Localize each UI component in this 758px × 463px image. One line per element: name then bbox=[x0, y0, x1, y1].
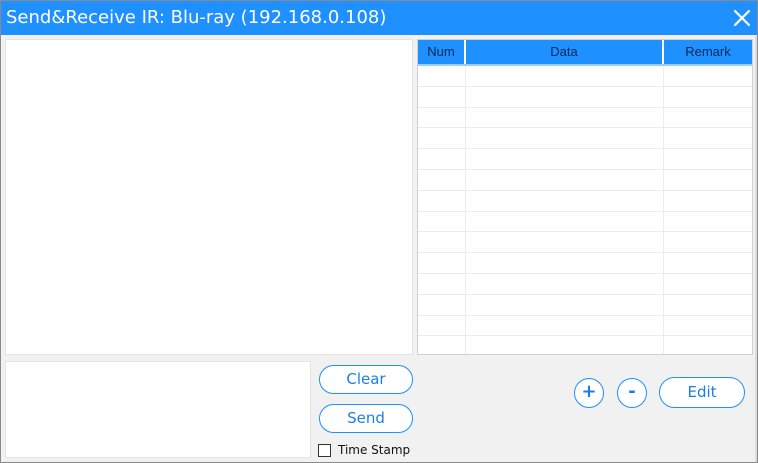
table-row[interactable] bbox=[418, 315, 752, 337]
table-row[interactable] bbox=[418, 86, 752, 108]
cell-remark[interactable] bbox=[664, 295, 752, 315]
timestamp-checkbox[interactable] bbox=[318, 443, 331, 457]
cell-num[interactable] bbox=[418, 294, 466, 315]
cell-data[interactable] bbox=[466, 336, 664, 354]
cell-remark[interactable] bbox=[664, 128, 752, 148]
cell-num[interactable] bbox=[418, 336, 466, 354]
send-button[interactable]: Send bbox=[319, 404, 413, 433]
cell-data[interactable] bbox=[466, 273, 664, 294]
window-title: Send&Receive IR: Blu-ray (192.168.0.108) bbox=[6, 7, 387, 28]
cell-num[interactable] bbox=[418, 315, 466, 336]
cell-num[interactable] bbox=[418, 211, 466, 232]
column-header-num[interactable]: Num bbox=[418, 40, 466, 64]
cell-data[interactable] bbox=[466, 294, 664, 315]
cell-num[interactable] bbox=[418, 253, 466, 273]
remove-row-button[interactable]: - bbox=[617, 378, 647, 408]
table-header: Num Data Remark bbox=[418, 40, 752, 66]
clear-button[interactable]: Clear bbox=[319, 365, 413, 394]
cell-remark[interactable] bbox=[664, 87, 752, 107]
table-body bbox=[418, 66, 752, 354]
table-row[interactable] bbox=[418, 107, 752, 129]
cell-remark[interactable] bbox=[664, 253, 752, 273]
timestamp-option[interactable]: Time Stamp bbox=[318, 442, 410, 458]
cell-num[interactable] bbox=[418, 128, 466, 149]
cell-remark[interactable] bbox=[664, 232, 752, 252]
cell-data[interactable] bbox=[466, 128, 664, 149]
table-row[interactable] bbox=[418, 169, 752, 191]
cell-data[interactable] bbox=[466, 253, 664, 273]
cell-remark[interactable] bbox=[664, 212, 752, 232]
cell-remark[interactable] bbox=[664, 66, 752, 86]
cell-remark[interactable] bbox=[664, 191, 752, 211]
cell-data[interactable] bbox=[466, 315, 664, 336]
table-row[interactable] bbox=[418, 149, 752, 170]
window-right-edge bbox=[755, 35, 757, 462]
cell-num[interactable] bbox=[418, 232, 466, 253]
cell-num[interactable] bbox=[418, 86, 466, 107]
close-icon bbox=[733, 9, 751, 27]
ir-code-table: Num Data Remark bbox=[417, 39, 753, 355]
timestamp-label: Time Stamp bbox=[338, 443, 411, 457]
table-row[interactable] bbox=[418, 128, 752, 150]
column-header-remark[interactable]: Remark bbox=[664, 40, 752, 64]
cell-data[interactable] bbox=[466, 190, 664, 211]
column-header-data[interactable]: Data bbox=[466, 40, 664, 64]
title-bar: Send&Receive IR: Blu-ray (192.168.0.108) bbox=[1, 1, 757, 35]
cell-num[interactable] bbox=[418, 107, 466, 128]
cell-data[interactable] bbox=[466, 66, 664, 86]
table-row[interactable] bbox=[418, 253, 752, 274]
close-button[interactable] bbox=[731, 7, 753, 29]
table-row[interactable] bbox=[418, 232, 752, 254]
cell-data[interactable] bbox=[466, 169, 664, 190]
table-row[interactable] bbox=[418, 211, 752, 233]
cell-num[interactable] bbox=[418, 190, 466, 211]
add-row-button[interactable]: + bbox=[574, 378, 604, 408]
table-row[interactable] bbox=[418, 190, 752, 212]
cell-num[interactable] bbox=[418, 66, 466, 86]
cell-remark[interactable] bbox=[664, 274, 752, 294]
send-input-area[interactable] bbox=[5, 361, 311, 458]
send-receive-ir-window: Send&Receive IR: Blu-ray (192.168.0.108)… bbox=[0, 0, 758, 463]
cell-data[interactable] bbox=[466, 107, 664, 128]
cell-num[interactable] bbox=[418, 273, 466, 294]
cell-data[interactable] bbox=[466, 211, 664, 232]
table-row[interactable] bbox=[418, 294, 752, 316]
cell-remark[interactable] bbox=[664, 336, 752, 354]
cell-remark[interactable] bbox=[664, 316, 752, 336]
cell-data[interactable] bbox=[466, 232, 664, 253]
cell-num[interactable] bbox=[418, 149, 466, 169]
receive-log-area[interactable] bbox=[5, 39, 413, 355]
cell-data[interactable] bbox=[466, 86, 664, 107]
table-row[interactable] bbox=[418, 273, 752, 295]
cell-num[interactable] bbox=[418, 169, 466, 190]
cell-data[interactable] bbox=[466, 149, 664, 169]
table-row[interactable] bbox=[418, 336, 752, 354]
cell-remark[interactable] bbox=[664, 149, 752, 169]
table-row[interactable] bbox=[418, 66, 752, 87]
cell-remark[interactable] bbox=[664, 108, 752, 128]
cell-remark[interactable] bbox=[664, 170, 752, 190]
edit-button[interactable]: Edit bbox=[659, 377, 745, 408]
